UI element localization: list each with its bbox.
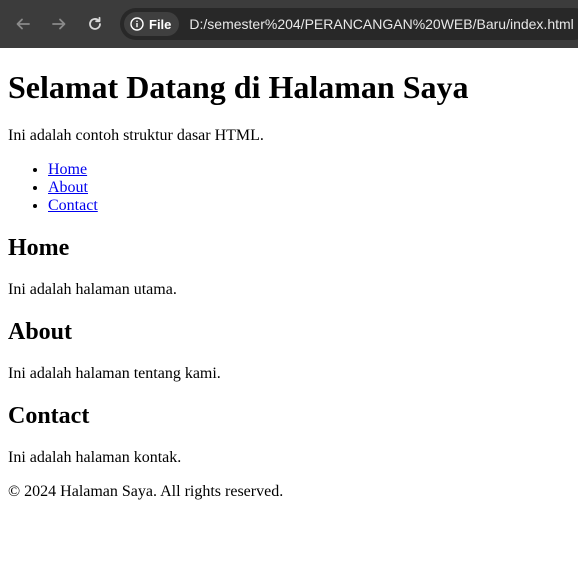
section-contact: Contact Ini adalah halaman kontak. <box>8 402 570 467</box>
arrow-right-icon <box>52 18 66 30</box>
section-text-about: Ini adalah halaman tentang kami. <box>8 365 221 382</box>
forward-button[interactable] <box>44 9 74 39</box>
section-home: Home Ini adalah halaman utama. <box>8 234 570 299</box>
nav-item-about: About <box>48 179 570 197</box>
nav-list: Home About Contact <box>8 161 570 215</box>
browser-toolbar: File D:/semester%204/PERANCANGAN%20WEB/B… <box>0 0 578 48</box>
section-about: About Ini adalah halaman tentang kami. <box>8 318 570 383</box>
page-title: Selamat Datang di Halaman Saya <box>8 69 469 105</box>
info-icon <box>130 17 144 31</box>
section-heading-about: About <box>8 319 73 345</box>
nav-link-home[interactable]: Home <box>48 161 87 178</box>
nav-link-about[interactable]: About <box>48 179 88 196</box>
nav-link-contact[interactable]: Contact <box>48 197 98 214</box>
site-info-chip[interactable]: File <box>124 12 180 36</box>
nav-menu: Home About Contact <box>8 161 570 215</box>
nav-item-contact: Contact <box>48 197 570 215</box>
page-content: Selamat Datang di Halaman Saya Ini adala… <box>0 69 578 501</box>
url-text[interactable]: D:/semester%204/PERANCANGAN%20WEB/Baru/i… <box>189 16 573 32</box>
section-text-home: Ini adalah halaman utama. <box>8 281 177 298</box>
back-button[interactable] <box>8 9 38 39</box>
arrow-left-icon <box>16 18 30 30</box>
section-heading-contact: Contact <box>8 403 90 429</box>
page-footer: © 2024 Halaman Saya. All rights reserved… <box>8 483 570 501</box>
page-header: Selamat Datang di Halaman Saya Ini adala… <box>8 69 570 145</box>
address-bar[interactable]: File D:/semester%204/PERANCANGAN%20WEB/B… <box>120 8 578 40</box>
site-info-label: File <box>149 16 172 32</box>
intro-text: Ini adalah contoh struktur dasar HTML. <box>8 127 264 144</box>
section-heading-home: Home <box>8 235 70 261</box>
footer-text: © 2024 Halaman Saya. All rights reserved… <box>8 483 284 500</box>
reload-button[interactable] <box>80 9 110 39</box>
section-text-contact: Ini adalah halaman kontak. <box>8 449 182 466</box>
reload-icon <box>89 16 101 30</box>
nav-item-home: Home <box>48 161 570 179</box>
